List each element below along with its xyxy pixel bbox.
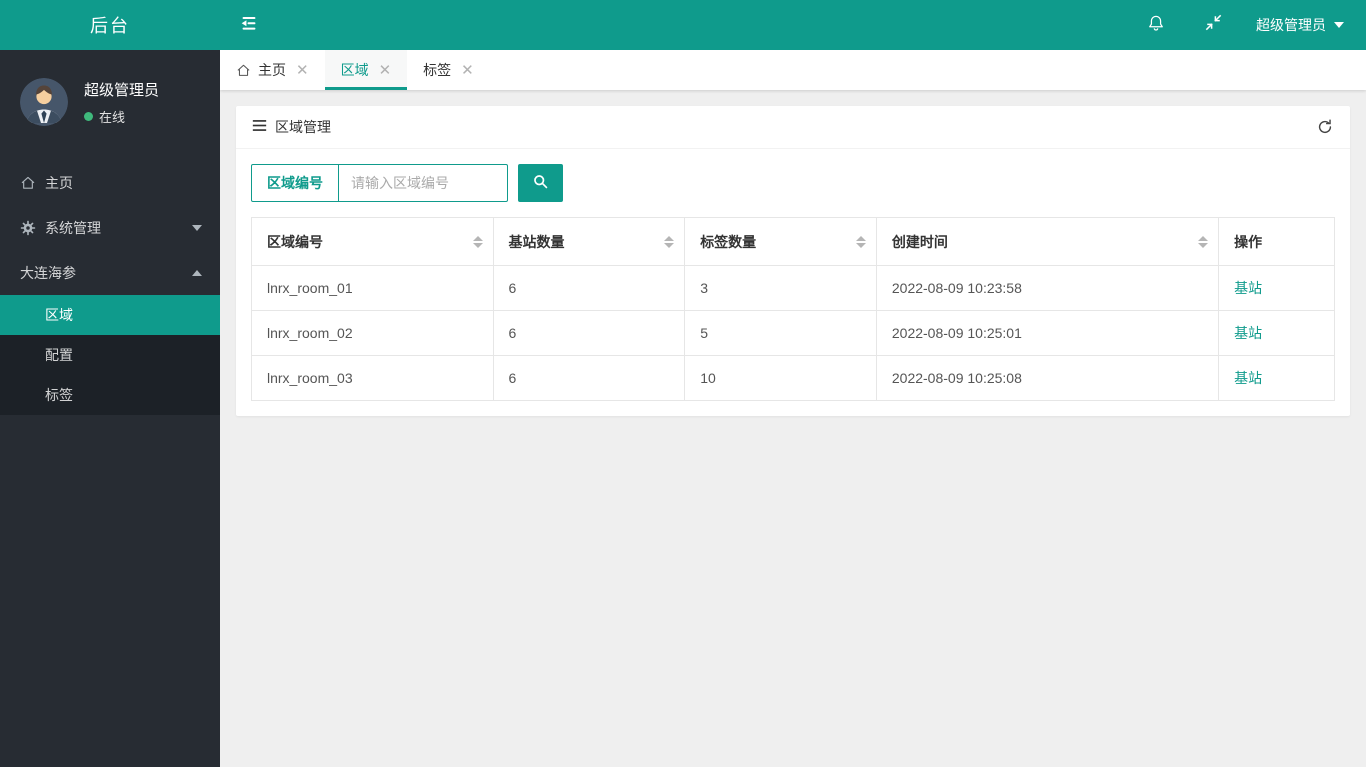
sidebar-collapse-button[interactable]	[220, 0, 278, 50]
cell-created: 2022-08-09 10:25:08	[875, 355, 1220, 401]
card-body: 区域编号 请输入区域编号 区域编号 基站数量 标签数量 创建时间 操作 lnrx…	[236, 149, 1350, 416]
sidebar-item-label: 系统管理	[45, 219, 101, 236]
table-row: lnrx_room_01 6 3 2022-08-09 10:23:58 基站	[251, 265, 1335, 311]
area-table: 区域编号 基站数量 标签数量 创建时间 操作 lnrx_room_01 6 3 …	[251, 217, 1335, 401]
online-dot-icon	[84, 111, 93, 121]
sidebar-item-dalian[interactable]: 大连海参	[0, 250, 220, 295]
sort-icon[interactable]	[1198, 235, 1209, 248]
search-group: 区域编号	[251, 164, 508, 202]
column-header-created[interactable]: 创建时间	[875, 217, 1220, 266]
card-header: 区域管理	[236, 106, 1350, 149]
cell-stations: 6	[492, 265, 686, 311]
cell-stations: 6	[492, 310, 686, 356]
column-label: 操作	[1234, 233, 1263, 250]
search-field-label: 区域编号	[252, 165, 339, 201]
sidebar-item-label: 大连海参	[20, 264, 76, 281]
list-icon	[252, 118, 267, 136]
gear-icon	[20, 220, 45, 236]
spread-left-icon	[238, 12, 260, 39]
sidebar-user-block: 超级管理员 在线	[0, 50, 220, 160]
sort-icon[interactable]	[855, 235, 866, 248]
cell-tags: 3	[684, 265, 877, 311]
cell-created: 2022-08-09 10:25:01	[875, 310, 1220, 356]
tab-label: 区域	[340, 62, 369, 78]
column-label: 创建时间	[891, 233, 948, 250]
base-station-link[interactable]: 基站	[1234, 280, 1262, 296]
cell-region: lnrx_room_02	[251, 310, 494, 356]
fullscreen-button[interactable]	[1185, 0, 1242, 50]
home-icon	[20, 175, 45, 191]
chevron-down-icon	[192, 224, 202, 231]
page-title: 区域管理	[275, 119, 331, 135]
chevron-up-icon	[192, 269, 202, 276]
tab-label: 标签	[423, 62, 452, 78]
sidebar-item-home[interactable]: 主页	[0, 160, 220, 205]
sort-icon[interactable]	[472, 235, 483, 248]
column-label: 标签数量	[700, 233, 757, 250]
fullscreen-exit-icon	[1204, 13, 1223, 37]
sidebar-subitem-label: 区域	[45, 307, 73, 323]
search-button[interactable]	[518, 164, 563, 202]
close-icon[interactable]: ✕	[379, 63, 392, 78]
cell-region: lnrx_room_03	[251, 355, 494, 401]
bell-icon	[1146, 13, 1166, 38]
cell-tags: 10	[684, 355, 877, 401]
sidebar-submenu: 区域 配置 标签	[0, 295, 220, 415]
table-header-row: 区域编号 基站数量 标签数量 创建时间 操作	[251, 217, 1335, 266]
sidebar-subitem-label: 标签	[45, 387, 73, 403]
tab-label: 主页	[258, 62, 286, 78]
sidebar-item-area[interactable]: 区域	[0, 295, 220, 335]
tab-area[interactable]: 区域 ✕	[324, 50, 408, 90]
column-header-tags[interactable]: 标签数量	[684, 217, 877, 266]
refresh-button[interactable]	[1316, 118, 1334, 136]
sort-icon[interactable]	[664, 235, 675, 248]
app-logo: 后台	[90, 16, 130, 36]
home-icon	[236, 63, 251, 78]
column-header-region[interactable]: 区域编号	[251, 217, 494, 266]
cell-stations: 6	[492, 355, 686, 401]
cell-region: lnrx_room_01	[251, 265, 494, 311]
tab-tags[interactable]: 标签 ✕	[407, 50, 490, 90]
close-icon[interactable]: ✕	[296, 63, 309, 78]
base-station-link[interactable]: 基站	[1234, 370, 1262, 386]
chevron-down-icon	[1334, 22, 1344, 28]
cell-created: 2022-08-09 10:23:58	[875, 265, 1220, 311]
sidebar: 超级管理员 在线 主页 系统管理 大连海参 区域 配置 标签	[0, 50, 220, 767]
search-input[interactable]	[339, 165, 507, 201]
tabbar: 主页 ✕ 区域 ✕ 标签 ✕	[220, 50, 1366, 90]
sidebar-user-status: 在线	[84, 107, 159, 126]
sidebar-subitem-label: 配置	[45, 347, 73, 363]
topbar: 后台 超级管理员	[0, 0, 1366, 50]
column-header-action: 操作	[1218, 217, 1335, 266]
user-menu-label: 超级管理员	[1256, 17, 1326, 33]
notifications-button[interactable]	[1127, 0, 1185, 50]
tab-home[interactable]: 主页 ✕	[220, 50, 325, 90]
sidebar-user-name: 超级管理员	[84, 81, 160, 99]
online-status-label: 在线	[99, 109, 126, 125]
table-row: lnrx_room_02 6 5 2022-08-09 10:25:01 基站	[251, 310, 1335, 356]
content: 区域管理 区域编号 请输入区域编号 区域编号 基站数量 标签数量 创建时间 操作…	[220, 90, 1366, 767]
topbar-right: 超级管理员	[1127, 0, 1366, 50]
close-icon[interactable]: ✕	[461, 63, 474, 78]
table-row: lnrx_room_03 6 10 2022-08-09 10:25:08 基站	[251, 355, 1335, 401]
base-station-link[interactable]: 基站	[1234, 325, 1262, 341]
column-label: 区域编号	[267, 233, 323, 250]
sidebar-item-label: 主页	[45, 174, 73, 191]
user-menu[interactable]: 超级管理员	[1242, 0, 1366, 50]
sidebar-nav: 主页 系统管理 大连海参 区域 配置 标签	[0, 160, 220, 415]
main-area: 主页 ✕ 区域 ✕ 标签 ✕ 区域管理 区域编号 请输入区域编号 区域编号 基站…	[220, 50, 1366, 767]
sidebar-item-system[interactable]: 系统管理	[0, 205, 220, 250]
search-icon	[532, 173, 549, 193]
avatar[interactable]	[20, 78, 68, 126]
sidebar-user-info: 超级管理员 在线	[84, 79, 159, 126]
search-row: 区域编号	[251, 164, 1335, 202]
column-header-stations[interactable]: 基站数量	[492, 217, 686, 266]
sidebar-item-tags[interactable]: 标签	[0, 375, 220, 415]
column-label: 基站数量	[508, 233, 565, 250]
cell-tags: 5	[684, 310, 877, 356]
sidebar-item-config[interactable]: 配置	[0, 335, 220, 375]
area-management-card: 区域管理 区域编号 请输入区域编号 区域编号 基站数量 标签数量 创建时间 操作…	[236, 106, 1350, 416]
